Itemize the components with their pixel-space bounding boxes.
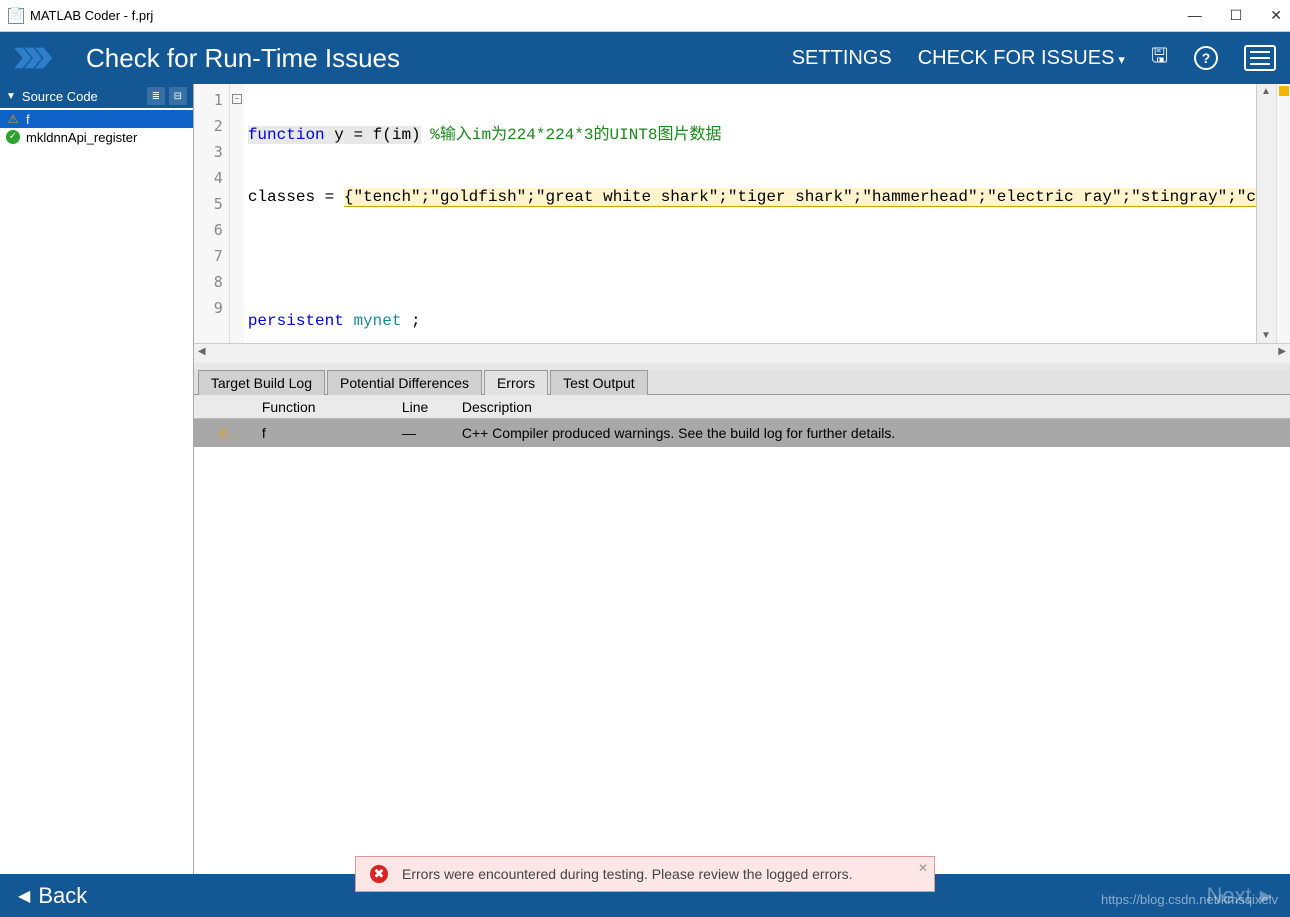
page-title: Check for Run-Time Issues [86,43,400,74]
tab-potential-differences[interactable]: Potential Differences [327,370,482,395]
line-gutter: 123456789 [194,84,230,343]
window-controls: — ☐ ✕ [1188,7,1282,24]
tab-test-output[interactable]: Test Output [550,370,648,395]
fold-icon[interactable]: − [232,94,242,104]
warning-marker[interactable] [1279,86,1289,96]
minimize-button[interactable]: — [1188,7,1202,24]
error-toast: ✖ Errors were encountered during testing… [355,856,935,892]
overview-ruler[interactable] [1276,84,1290,343]
messages-table: Function Line Description ⚠ f — C++ Comp… [194,395,1290,874]
tab-target-build-log[interactable]: Target Build Log [198,370,325,395]
sidebar: Source Code ≣ ⊟ ⚠ f ✓ mkldnnApi_register [0,84,194,874]
close-button[interactable]: ✕ [1270,7,1282,24]
horizontal-scrollbar[interactable] [194,343,1290,363]
main-panel: 123456789 − function y = f(im) %输入im为224… [194,84,1290,874]
settings-button[interactable]: SETTINGS [792,47,892,70]
output-tabs: Target Build Log Potential Differences E… [194,369,1290,395]
app-icon [8,8,24,24]
code-area[interactable]: function y = f(im) %输入im为224*224*3的UINT8… [244,84,1256,343]
back-button[interactable]: Back [18,883,87,909]
fold-gutter: − [230,84,244,343]
warning-icon: ⚠ [4,111,22,127]
app-header: Check for Run-Time Issues SETTINGS CHECK… [0,32,1290,84]
tree-item-mkldnnapi[interactable]: ✓ mkldnnApi_register [0,128,193,146]
code-editor[interactable]: 123456789 − function y = f(im) %输入im为224… [194,84,1290,343]
toast-close-button[interactable]: ✕ [918,861,928,875]
window-title: MATLAB Coder - f.prj [30,8,153,23]
sidebar-heading[interactable]: Source Code ≣ ⊟ [0,84,193,108]
footer-bar: Back ✖ Errors were encountered during te… [0,874,1290,917]
vertical-scrollbar[interactable] [1256,84,1276,343]
step-arrows-icon [14,42,66,74]
error-icon: ✖ [370,865,388,883]
maximize-button[interactable]: ☐ [1230,7,1243,24]
tree-item-f[interactable]: ⚠ f [0,110,193,128]
tree-view-icon[interactable]: ⊟ [169,87,187,105]
source-tree: ⚠ f ✓ mkldnnApi_register [0,108,193,148]
save-icon[interactable]: 🖫 [1151,41,1168,75]
titlebar: MATLAB Coder - f.prj — ☐ ✕ [0,0,1290,32]
warning-icon: ⚠ [218,425,231,441]
messages-header: Function Line Description [194,395,1290,419]
ok-icon: ✓ [4,129,22,145]
tab-errors[interactable]: Errors [484,370,548,395]
menu-icon[interactable] [1244,45,1276,71]
check-for-issues-button[interactable]: CHECK FOR ISSUES [918,47,1125,70]
list-view-icon[interactable]: ≣ [147,87,165,105]
help-icon[interactable]: ? [1194,46,1218,70]
watermark: https://blog.csdn.net/kmsqixelv [1101,892,1278,907]
message-row[interactable]: ⚠ f — C++ Compiler produced warnings. Se… [194,419,1290,447]
